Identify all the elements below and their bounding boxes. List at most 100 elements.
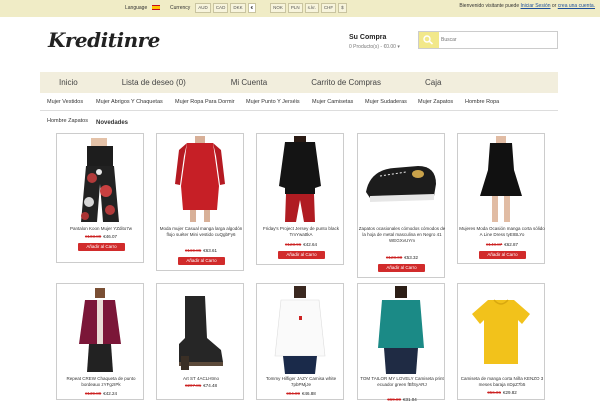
- or-text: or: [551, 3, 557, 9]
- product-price: €139.89 €42.24: [57, 391, 145, 396]
- currency-chf[interactable]: CHF: [320, 3, 337, 13]
- product-card[interactable]: Art ST 4ACLHtmo €207.81 €74.48: [156, 283, 244, 400]
- product-card[interactable]: Camiseta de manga corta Niña KENZO 3 mes…: [457, 283, 545, 400]
- product-price: €207.81 €74.48: [157, 383, 245, 388]
- product-name[interactable]: Repeat CREW Chaqueta de punto bordeaux z…: [57, 376, 145, 388]
- site-logo[interactable]: Kreditinre: [48, 28, 160, 52]
- currency-usd[interactable]: $: [338, 3, 347, 13]
- old-price: €123.96: [284, 242, 302, 247]
- product-image[interactable]: [59, 286, 141, 374]
- old-price: €94.89: [286, 391, 300, 396]
- product-name[interactable]: Tommy Hilfiger JAZY Camisa white 7pbPMjJ…: [257, 376, 345, 388]
- welcome-message: Bienvenido visitante puede Iniciar Sesió…: [433, 3, 595, 10]
- register-link[interactable]: crea una cuenta.: [558, 3, 595, 9]
- product-card[interactable]: Mujeres Moda Ocasión manga corta sólido …: [457, 133, 545, 264]
- old-price: €169.86: [184, 248, 202, 253]
- new-price: €42.64: [303, 242, 318, 247]
- product-image[interactable]: [59, 136, 141, 224]
- product-name[interactable]: Moda mujer Casual manga larga algodón fl…: [157, 226, 245, 238]
- add-to-cart-button[interactable]: Añadir al Carro: [178, 257, 225, 265]
- category-mujer-sudaderas[interactable]: Mujer Sudaderas: [365, 99, 407, 105]
- new-price: €62.87: [504, 242, 519, 247]
- product-price: €56.06 €29.82: [458, 390, 546, 395]
- nav-checkout[interactable]: Caja: [425, 72, 441, 93]
- old-price: €139.89: [84, 391, 102, 396]
- language-selector[interactable]: Language: [125, 5, 160, 11]
- category-mujer-abrigos[interactable]: Mujer Abrigos Y Chaquetas: [96, 99, 163, 105]
- old-price: €103.89: [84, 234, 102, 239]
- currency-cad[interactable]: CAD: [212, 3, 229, 13]
- nav-cart[interactable]: Carrito de Compras: [311, 72, 381, 93]
- nav-account[interactable]: Mi Cuenta: [231, 72, 267, 93]
- currency-skr[interactable]: s.kr.: [304, 3, 319, 13]
- product-price: €94.89 €46.88: [257, 391, 345, 396]
- cart-summary[interactable]: Su Compra 0 Producto(s) - €0.00 ▾: [349, 34, 400, 50]
- product-name[interactable]: Zapatos ocasionales cómodos cómodos de l…: [358, 226, 446, 244]
- new-price: €42.24: [103, 391, 118, 396]
- category-hombre-ropa[interactable]: Hombre Ropa: [465, 99, 499, 105]
- top-bar: Language Currency AUD CAD DKK € NOK PLN …: [0, 0, 600, 17]
- product-image[interactable]: [360, 136, 442, 224]
- product-name[interactable]: Camiseta de manga corta Niña KENZO 3 mes…: [458, 376, 546, 388]
- product-image[interactable]: [259, 136, 341, 224]
- cart-total: 0 Producto(s) - €0.00 ▾: [349, 44, 400, 50]
- category-mujer-zapatos[interactable]: Mujer Zapatos: [418, 99, 453, 105]
- new-price: €74.48: [203, 383, 218, 388]
- search-input[interactable]: [441, 34, 551, 46]
- currency-nok[interactable]: NOK: [270, 3, 286, 13]
- category-hombre-zapatos[interactable]: Hombre Zapatos: [47, 118, 88, 124]
- add-to-cart-button[interactable]: Añadir al Carro: [78, 243, 125, 251]
- product-name[interactable]: Art ST 4ACLHtmo: [157, 376, 245, 382]
- product-card[interactable]: Moda mujer Casual manga larga algodón fl…: [156, 133, 244, 271]
- old-price: €56.06: [487, 390, 501, 395]
- spain-flag-icon[interactable]: [151, 5, 160, 11]
- product-image[interactable]: [360, 286, 442, 374]
- product-card[interactable]: Tommy Hilfiger JAZY Camisa white 7pbPMjJ…: [256, 283, 344, 400]
- currency-pln[interactable]: PLN: [287, 3, 303, 13]
- add-to-cart-button[interactable]: Añadir al Carro: [479, 251, 526, 259]
- product-card[interactable]: Repeat CREW Chaqueta de punto bordeaux z…: [56, 283, 144, 400]
- currency-aud[interactable]: AUD: [195, 3, 211, 13]
- search-button[interactable]: [419, 32, 439, 48]
- product-price: €103.89 €46.07: [57, 234, 145, 239]
- product-card[interactable]: Friday's Project Jersey de punto black T…: [256, 133, 344, 265]
- section-title: Novedades: [96, 120, 129, 126]
- product-image[interactable]: [159, 136, 241, 224]
- product-image[interactable]: [460, 136, 542, 224]
- product-image[interactable]: [460, 286, 542, 374]
- category-mujer-ropa-dormir[interactable]: Mujer Ropa Para Dormir: [175, 99, 235, 105]
- add-to-cart-button[interactable]: Añadir al Carro: [278, 251, 325, 259]
- add-to-cart-button[interactable]: Añadir al Carro: [378, 264, 425, 272]
- currency-eur[interactable]: €: [247, 3, 257, 13]
- cart-title: Su Compra: [349, 34, 387, 41]
- product-card[interactable]: TOM TAILOR MY LOVELY Camiseta print ecua…: [357, 283, 446, 402]
- product-price: €169.86 €63.61: [157, 248, 245, 253]
- language-label: Language: [125, 5, 148, 11]
- old-price: €128.00: [385, 255, 403, 260]
- product-card[interactable]: Pantalon Koon Mujer YZdito7w €103.89 €46.…: [56, 133, 144, 263]
- currency-selector: Currency AUD CAD DKK € NOK PLN s.kr. CHF…: [170, 3, 347, 13]
- new-price: €53.32: [404, 255, 419, 260]
- search-box: [418, 31, 558, 49]
- category-mujer-punto[interactable]: Mujer Punto Y Jerséis: [246, 99, 300, 105]
- product-name[interactable]: Pantalon Koon Mujer YZdito7w: [57, 226, 145, 232]
- old-price: €148.87: [485, 242, 503, 247]
- nav-home[interactable]: Inicio: [59, 72, 78, 93]
- product-name[interactable]: Mujeres Moda Ocasión manga corta sólido …: [458, 226, 546, 238]
- login-link[interactable]: Iniciar Sesión: [521, 3, 551, 9]
- category-bar: Mujer Vestidos Mujer Abrigos Y Chaquetas…: [40, 95, 558, 111]
- product-card[interactable]: Zapatos ocasionales cómodos cómodos de l…: [357, 133, 445, 278]
- currency-label: Currency: [170, 5, 191, 11]
- category-mujer-vestidos[interactable]: Mujer Vestidos: [47, 99, 83, 105]
- old-price: €207.81: [184, 383, 202, 388]
- product-name[interactable]: TOM TAILOR MY LOVELY Camiseta print ecua…: [358, 376, 446, 388]
- product-name[interactable]: Friday's Project Jersey de punto black T…: [257, 226, 345, 238]
- search-icon: [423, 35, 434, 45]
- nav-wishlist[interactable]: Lista de deseo (0): [122, 72, 186, 93]
- category-mujer-camisetas[interactable]: Mujer Camisetas: [312, 99, 353, 105]
- product-image[interactable]: [159, 286, 241, 374]
- product-price: €148.87 €62.87: [458, 242, 546, 247]
- product-price: €128.00 €53.32: [358, 255, 446, 260]
- product-image[interactable]: [259, 286, 341, 374]
- currency-dkk[interactable]: DKK: [230, 3, 246, 13]
